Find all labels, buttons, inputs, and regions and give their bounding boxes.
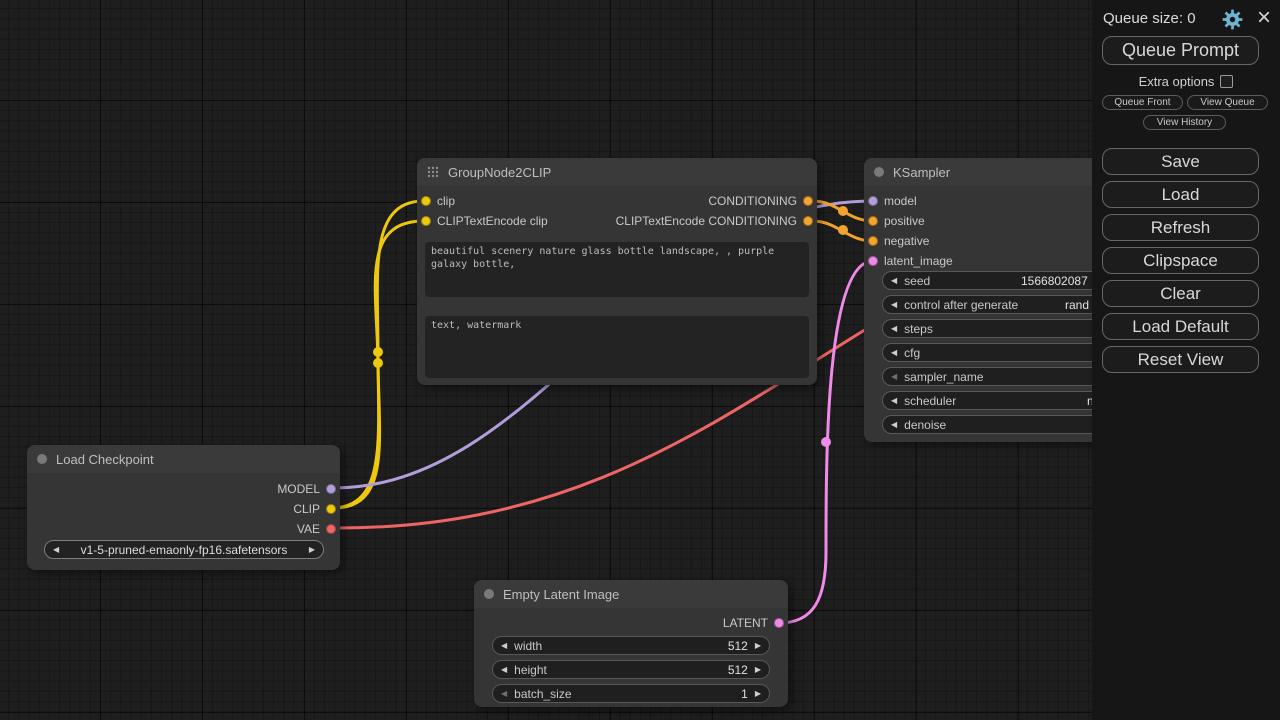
widget-label: scheduler bbox=[904, 394, 956, 408]
output-port-cliptextencode-conditioning[interactable] bbox=[803, 216, 813, 226]
negative-prompt-textarea[interactable]: text, watermark bbox=[425, 316, 809, 378]
widget-label: control after generate bbox=[904, 298, 1018, 312]
extra-options-checkbox[interactable] bbox=[1220, 75, 1233, 88]
port-label: CLIPTextEncode CONDITIONING bbox=[616, 214, 797, 228]
port-label: MODEL bbox=[277, 482, 320, 496]
output-row-cliptextencode-conditioning: CLIPTextEncode CONDITIONING bbox=[417, 212, 817, 230]
widget-height[interactable]: ◀ height 512 ▶ bbox=[492, 660, 770, 679]
port-label: VAE bbox=[297, 522, 320, 536]
output-row-model: MODEL bbox=[27, 480, 340, 498]
widget-batch-size[interactable]: ◀ batch_size 1 ▶ bbox=[492, 684, 770, 703]
widget-value: 512 bbox=[728, 663, 748, 677]
input-port-model[interactable] bbox=[868, 196, 878, 206]
widget-label: batch_size bbox=[514, 687, 571, 701]
decrement-arrow-icon[interactable]: ◀ bbox=[501, 666, 507, 674]
widget-label: cfg bbox=[904, 346, 920, 360]
widget-label: height bbox=[514, 663, 547, 677]
node-title: Empty Latent Image bbox=[503, 587, 619, 602]
widget-label: sampler_name bbox=[904, 370, 983, 384]
widget-width[interactable]: ◀ width 512 ▶ bbox=[492, 636, 770, 655]
decrement-arrow-icon[interactable]: ◀ bbox=[501, 690, 507, 698]
node-titlebar[interactable]: Load Checkpoint bbox=[27, 445, 340, 473]
decrement-arrow-icon[interactable]: ◀ bbox=[891, 397, 897, 405]
port-label: CONDITIONING bbox=[708, 194, 797, 208]
save-button[interactable]: Save bbox=[1102, 148, 1259, 175]
input-port-positive[interactable] bbox=[868, 216, 878, 226]
collapse-dot-icon[interactable] bbox=[874, 167, 884, 177]
queue-size-label: Queue size: 0 bbox=[1103, 10, 1196, 27]
output-port-vae[interactable] bbox=[326, 524, 336, 534]
decrement-arrow-icon[interactable]: ◀ bbox=[891, 373, 897, 381]
queue-front-button[interactable]: Queue Front bbox=[1102, 95, 1183, 110]
output-port-latent[interactable] bbox=[774, 618, 784, 628]
output-row-vae: VAE bbox=[27, 520, 340, 538]
node-titlebar[interactable]: Empty Latent Image bbox=[474, 580, 788, 608]
view-history-button[interactable]: View History bbox=[1143, 115, 1226, 130]
increment-arrow-icon[interactable]: ▶ bbox=[755, 690, 761, 698]
widget-value: 512 bbox=[728, 639, 748, 653]
node-groupnode2clip[interactable]: GroupNode2CLIP clip CLIPTextEncode clip … bbox=[417, 158, 817, 385]
decrement-arrow-icon[interactable]: ◀ bbox=[501, 642, 507, 650]
decrement-arrow-icon[interactable]: ◀ bbox=[891, 325, 897, 333]
positive-prompt-textarea[interactable]: beautiful scenery nature glass bottle la… bbox=[425, 242, 809, 297]
load-default-button[interactable]: Load Default bbox=[1102, 313, 1259, 340]
decrement-arrow-icon[interactable]: ◀ bbox=[891, 301, 897, 309]
widget-label: width bbox=[514, 639, 542, 653]
port-label: latent_image bbox=[884, 254, 953, 268]
input-port-latent-image[interactable] bbox=[868, 256, 878, 266]
widget-value: 1566802087 bbox=[1021, 274, 1088, 288]
node-load-checkpoint[interactable]: Load Checkpoint MODEL CLIP VAE ◀ v1-5-pr… bbox=[27, 445, 340, 570]
output-port-conditioning[interactable] bbox=[803, 196, 813, 206]
load-button[interactable]: Load bbox=[1102, 181, 1259, 208]
output-row-latent: LATENT bbox=[474, 614, 788, 632]
decrement-arrow-icon[interactable]: ◀ bbox=[891, 277, 897, 285]
close-icon[interactable]: × bbox=[1257, 4, 1271, 32]
node-title: GroupNode2CLIP bbox=[448, 165, 551, 180]
node-title: Load Checkpoint bbox=[56, 452, 154, 467]
widget-label: denoise bbox=[904, 418, 946, 432]
output-row-conditioning: CONDITIONING bbox=[417, 192, 817, 210]
group-grid-icon bbox=[427, 166, 439, 178]
node-titlebar[interactable]: GroupNode2CLIP bbox=[417, 158, 817, 186]
collapse-dot-icon[interactable] bbox=[484, 589, 494, 599]
next-option-arrow-icon[interactable]: ▶ bbox=[309, 546, 315, 554]
widget-value: rand bbox=[1065, 298, 1089, 312]
output-port-clip[interactable] bbox=[326, 504, 336, 514]
port-label: LATENT bbox=[723, 616, 768, 630]
refresh-button[interactable]: Refresh bbox=[1102, 214, 1259, 241]
clear-button[interactable]: Clear bbox=[1102, 280, 1259, 307]
increment-arrow-icon[interactable]: ▶ bbox=[755, 642, 761, 650]
widget-label: steps bbox=[904, 322, 933, 336]
widget-value: 1 bbox=[741, 687, 748, 701]
decrement-arrow-icon[interactable]: ◀ bbox=[891, 421, 897, 429]
clipspace-button[interactable]: Clipspace bbox=[1102, 247, 1259, 274]
extra-options-label: Extra options bbox=[1139, 74, 1215, 89]
ckpt-name-value: v1-5-pruned-emaonly-fp16.safetensors bbox=[81, 543, 288, 557]
output-port-model[interactable] bbox=[326, 484, 336, 494]
increment-arrow-icon[interactable]: ▶ bbox=[755, 666, 761, 674]
queue-sidebar: Queue size: 0 × Queue Prompt bbox=[1092, 0, 1280, 720]
reset-view-button[interactable]: Reset View bbox=[1102, 346, 1259, 373]
prev-option-arrow-icon[interactable]: ◀ bbox=[53, 546, 59, 554]
node-title: KSampler bbox=[893, 165, 950, 180]
node-empty-latent-image[interactable]: Empty Latent Image LATENT ◀ width 512 ▶ … bbox=[474, 580, 788, 707]
port-label: model bbox=[884, 194, 917, 208]
extra-options-row: Extra options bbox=[1092, 73, 1280, 89]
collapse-dot-icon[interactable] bbox=[37, 454, 47, 464]
widget-label: seed bbox=[904, 274, 930, 288]
port-label: positive bbox=[884, 214, 925, 228]
app-window: GroupNode2CLIP clip CLIPTextEncode clip … bbox=[0, 0, 1280, 720]
settings-gear-icon[interactable] bbox=[1222, 9, 1243, 35]
port-label: negative bbox=[884, 234, 929, 248]
port-label: CLIP bbox=[293, 502, 320, 516]
ckpt-name-combo[interactable]: ◀ v1-5-pruned-emaonly-fp16.safetensors ▶ bbox=[44, 540, 324, 559]
decrement-arrow-icon[interactable]: ◀ bbox=[891, 349, 897, 357]
output-row-clip: CLIP bbox=[27, 500, 340, 518]
view-queue-button[interactable]: View Queue bbox=[1187, 95, 1268, 110]
input-port-negative[interactable] bbox=[868, 236, 878, 246]
queue-prompt-button[interactable]: Queue Prompt bbox=[1102, 36, 1259, 65]
